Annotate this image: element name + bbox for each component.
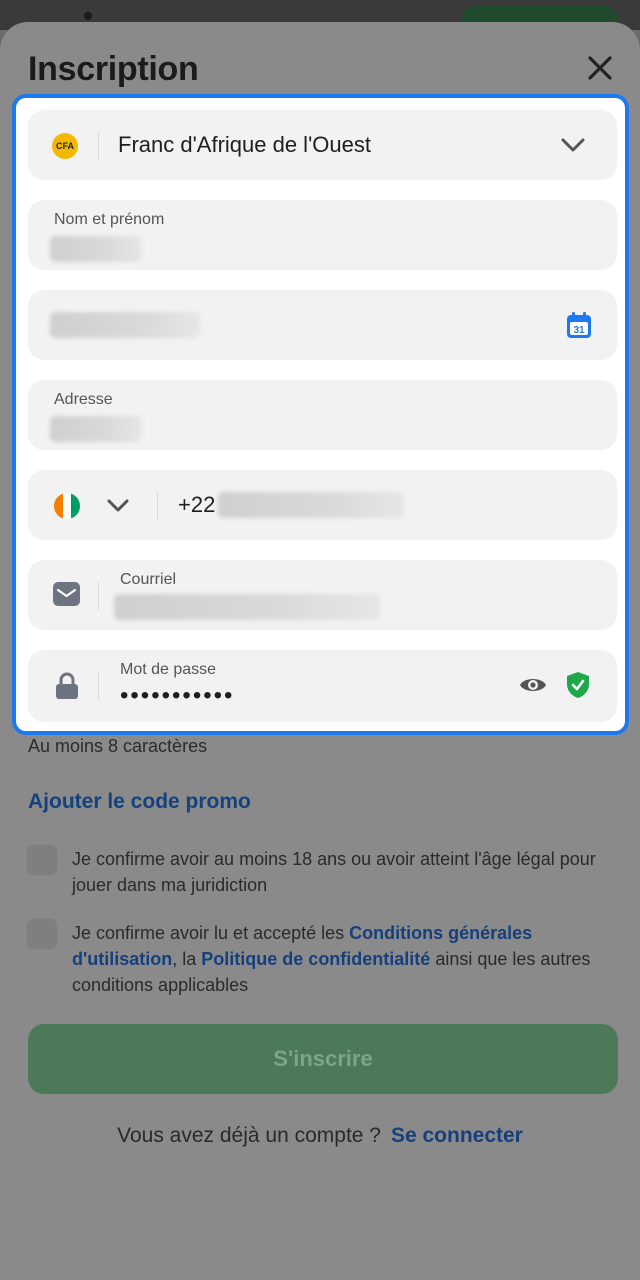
add-promo-code-link[interactable]: Ajouter le code promo bbox=[28, 790, 251, 814]
eye-icon[interactable] bbox=[518, 674, 548, 696]
full-name-value-redacted bbox=[50, 236, 142, 262]
page-title: Inscription bbox=[28, 50, 199, 88]
email-value-redacted bbox=[114, 594, 380, 620]
terms-consent-middle: , la bbox=[172, 949, 202, 969]
ivory-coast-flag-icon[interactable] bbox=[54, 493, 80, 519]
password-label: Mot de passe bbox=[120, 661, 217, 678]
address-value-redacted bbox=[50, 416, 142, 442]
login-question: Vous avez déjà un compte ? bbox=[117, 1124, 381, 1147]
divider bbox=[98, 132, 99, 160]
email-field[interactable]: Courriel bbox=[28, 560, 617, 630]
camera-dot bbox=[84, 12, 92, 20]
password-field[interactable]: Mot de passe ••••••••••• bbox=[28, 650, 617, 722]
password-masked-value: ••••••••••• bbox=[120, 682, 235, 709]
age-consent-checkbox[interactable] bbox=[26, 844, 58, 876]
divider bbox=[98, 672, 99, 700]
chevron-down-icon bbox=[561, 138, 585, 152]
close-icon[interactable] bbox=[584, 50, 616, 86]
currency-select[interactable]: CFA Franc d'Afrique de l'Ouest bbox=[28, 110, 617, 180]
terms-consent-prefix: Je confirme avoir lu et accepté les bbox=[72, 923, 350, 943]
age-consent-text: Je confirme avoir au moins 18 ans ou avo… bbox=[72, 849, 596, 895]
terms-consent-checkbox[interactable] bbox=[26, 918, 58, 950]
phone-number-redacted bbox=[218, 492, 404, 518]
divider bbox=[157, 492, 158, 520]
calendar-icon[interactable]: 31 bbox=[566, 312, 592, 339]
login-prompt: Vous avez déjà un compte ? Se connecter bbox=[0, 1124, 640, 1148]
privacy-policy-link[interactable]: Politique de confidentialité bbox=[201, 949, 430, 969]
country-chevron-down-icon[interactable] bbox=[106, 496, 130, 516]
phone-prefix: +22 bbox=[178, 492, 216, 517]
full-name-field[interactable]: Nom et prénom bbox=[28, 200, 617, 270]
phone-field[interactable]: +22 bbox=[28, 470, 617, 540]
birthdate-value-redacted bbox=[50, 312, 200, 338]
mail-icon bbox=[53, 582, 80, 606]
lock-icon bbox=[56, 672, 78, 699]
address-field[interactable]: Adresse bbox=[28, 380, 617, 450]
terms-consent-text: Je confirme avoir lu et accepté les Cond… bbox=[72, 920, 612, 998]
cfa-currency-icon: CFA bbox=[52, 133, 78, 159]
currency-value: Franc d'Afrique de l'Ouest bbox=[118, 132, 371, 157]
register-button[interactable]: S'inscrire bbox=[28, 1024, 618, 1094]
address-label: Adresse bbox=[54, 391, 113, 408]
birthdate-field[interactable]: 31 bbox=[28, 290, 617, 360]
password-hint: Au moins 8 caractères bbox=[28, 736, 208, 756]
calendar-day: 31 bbox=[573, 325, 585, 336]
full-name-label: Nom et prénom bbox=[54, 211, 165, 228]
shield-check-icon bbox=[567, 672, 589, 698]
email-label: Courriel bbox=[120, 571, 177, 588]
divider bbox=[98, 582, 99, 610]
login-link[interactable]: Se connecter bbox=[391, 1124, 523, 1147]
